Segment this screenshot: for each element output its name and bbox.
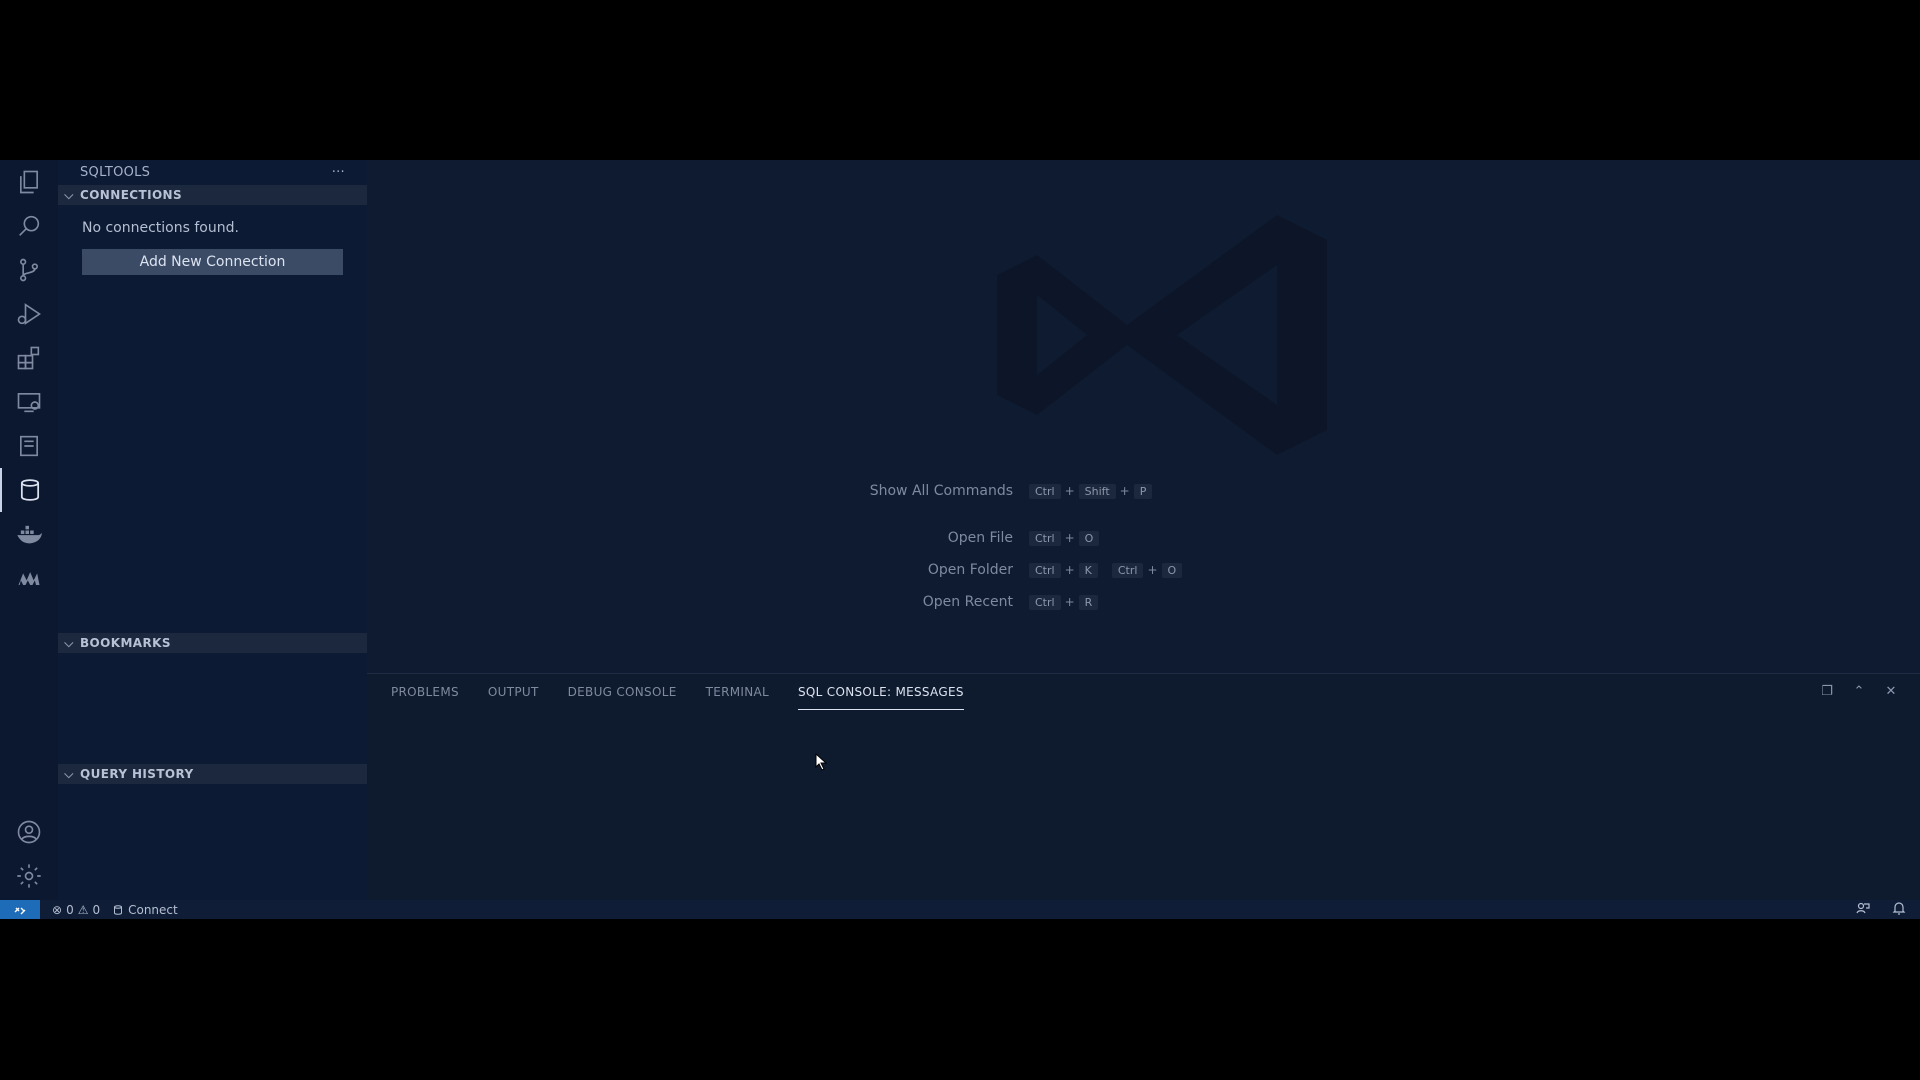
warning-count: 0 [92,902,101,917]
key: K [1078,562,1098,578]
bookmarks-section-header[interactable]: ⌵ BOOKMARKS [58,633,367,653]
source-control-icon[interactable] [0,248,58,292]
run-debug-icon[interactable] [0,292,58,336]
vscode-window: SQLTOOLS ··· ⌵ CONNECTIONS No connection… [0,160,1920,919]
key: P [1133,483,1153,499]
database-icon[interactable] [0,468,58,512]
no-connections-text: No connections found. [82,220,239,236]
settings-gear-icon[interactable] [0,854,58,898]
shortcut-show-all-commands: Show All Commands Ctrl + Shift + P [847,483,1154,499]
notifications-bell-icon[interactable] [1892,901,1906,918]
explorer-icon[interactable] [0,160,58,204]
sidebar: SQLTOOLS ··· ⌵ CONNECTIONS No connection… [58,160,367,900]
tab-debug-console[interactable]: DEBUG CONSOLE [568,674,677,710]
query-history-section-header[interactable]: ⌵ QUERY HISTORY [58,764,367,784]
tab-problems[interactable]: PROBLEMS [391,674,459,710]
close-panel-icon[interactable]: ✕ [1882,682,1900,700]
activity-bar [0,160,58,900]
connections-section-header[interactable]: ⌵ CONNECTIONS [58,185,367,205]
warning-icon: ⚠ [77,902,89,917]
editor-area: Show All Commands Ctrl + Shift + P Open Fi… [367,160,1920,673]
key: Ctrl [1029,530,1061,546]
chevron-down-icon: ⌵ [64,635,74,650]
sidebar-header: SQLTOOLS ··· [58,160,367,184]
database-icon [114,904,123,915]
shortcut-label: Open Recent [922,594,1013,610]
shortcut-label: Show All Commands [869,483,1013,499]
key: Ctrl [1111,562,1144,578]
tab-output[interactable]: OUTPUT [488,674,539,710]
tab-terminal[interactable]: TERMINAL [706,674,769,710]
shortcut-open-file: Open File Ctrl + O [847,530,1101,546]
feedback-icon[interactable] [1856,901,1870,918]
docker-icon[interactable] [0,512,58,556]
remote-indicator-icon[interactable] [0,900,40,919]
problems-status[interactable]: ⊗ 0 ⚠ 0 [52,903,100,917]
key: O [1078,530,1100,546]
bottom-panel: PROBLEMS OUTPUT DEBUG CONSOLE TERMINAL S… [367,673,1920,900]
key: Ctrl [1029,562,1061,578]
restore-panel-icon[interactable]: ❐ [1818,682,1836,700]
status-bar: ⊗ 0 ⚠ 0 Connect [0,900,1920,919]
more-actions-button[interactable]: ··· [332,165,345,180]
tab-sql-console-messages[interactable]: SQL CONSOLE: MESSAGES [798,674,964,710]
shortcut-label: Open File [947,530,1013,546]
maximize-panel-icon[interactable]: ⌃ [1850,682,1868,700]
search-icon[interactable] [0,204,58,248]
shortcut-open-folder: Open Folder Ctrl + K Ctrl + O [847,562,1184,578]
panel-tabs: PROBLEMS OUTPUT DEBUG CONSOLE TERMINAL S… [391,674,993,710]
query-history-header-label: QUERY HISTORY [80,767,194,781]
chevron-down-icon: ⌵ [64,766,74,781]
mongodb-icon[interactable] [0,556,58,600]
sidebar-title: SQLTOOLS [80,164,151,180]
panel-actions: ❐ ⌃ ✕ [1818,682,1900,700]
key: O [1161,562,1183,578]
add-new-connection-button[interactable]: Add New Connection [82,249,343,275]
shortcut-open-recent: Open Recent Ctrl + R [847,594,1100,610]
error-count: 0 [66,902,74,917]
extensions-icon[interactable] [0,336,58,380]
key: Ctrl [1029,483,1061,499]
account-icon[interactable] [0,810,58,854]
connect-label: Connect [128,902,178,917]
key: Shift [1078,483,1116,499]
connect-status[interactable]: Connect [112,903,178,917]
key: Ctrl [1029,594,1061,610]
shortcut-label: Open Folder [927,562,1013,578]
mouse-cursor-icon [815,753,828,771]
remote-explorer-icon[interactable] [0,380,58,424]
error-icon: ⊗ [52,902,63,917]
notebook-icon[interactable] [0,424,58,468]
vscode-watermark-logo [997,215,1327,455]
connections-header-label: CONNECTIONS [80,188,183,202]
status-right [1856,900,1906,919]
bookmarks-header-label: BOOKMARKS [80,636,171,650]
key: R [1078,594,1099,610]
chevron-down-icon: ⌵ [64,187,74,202]
